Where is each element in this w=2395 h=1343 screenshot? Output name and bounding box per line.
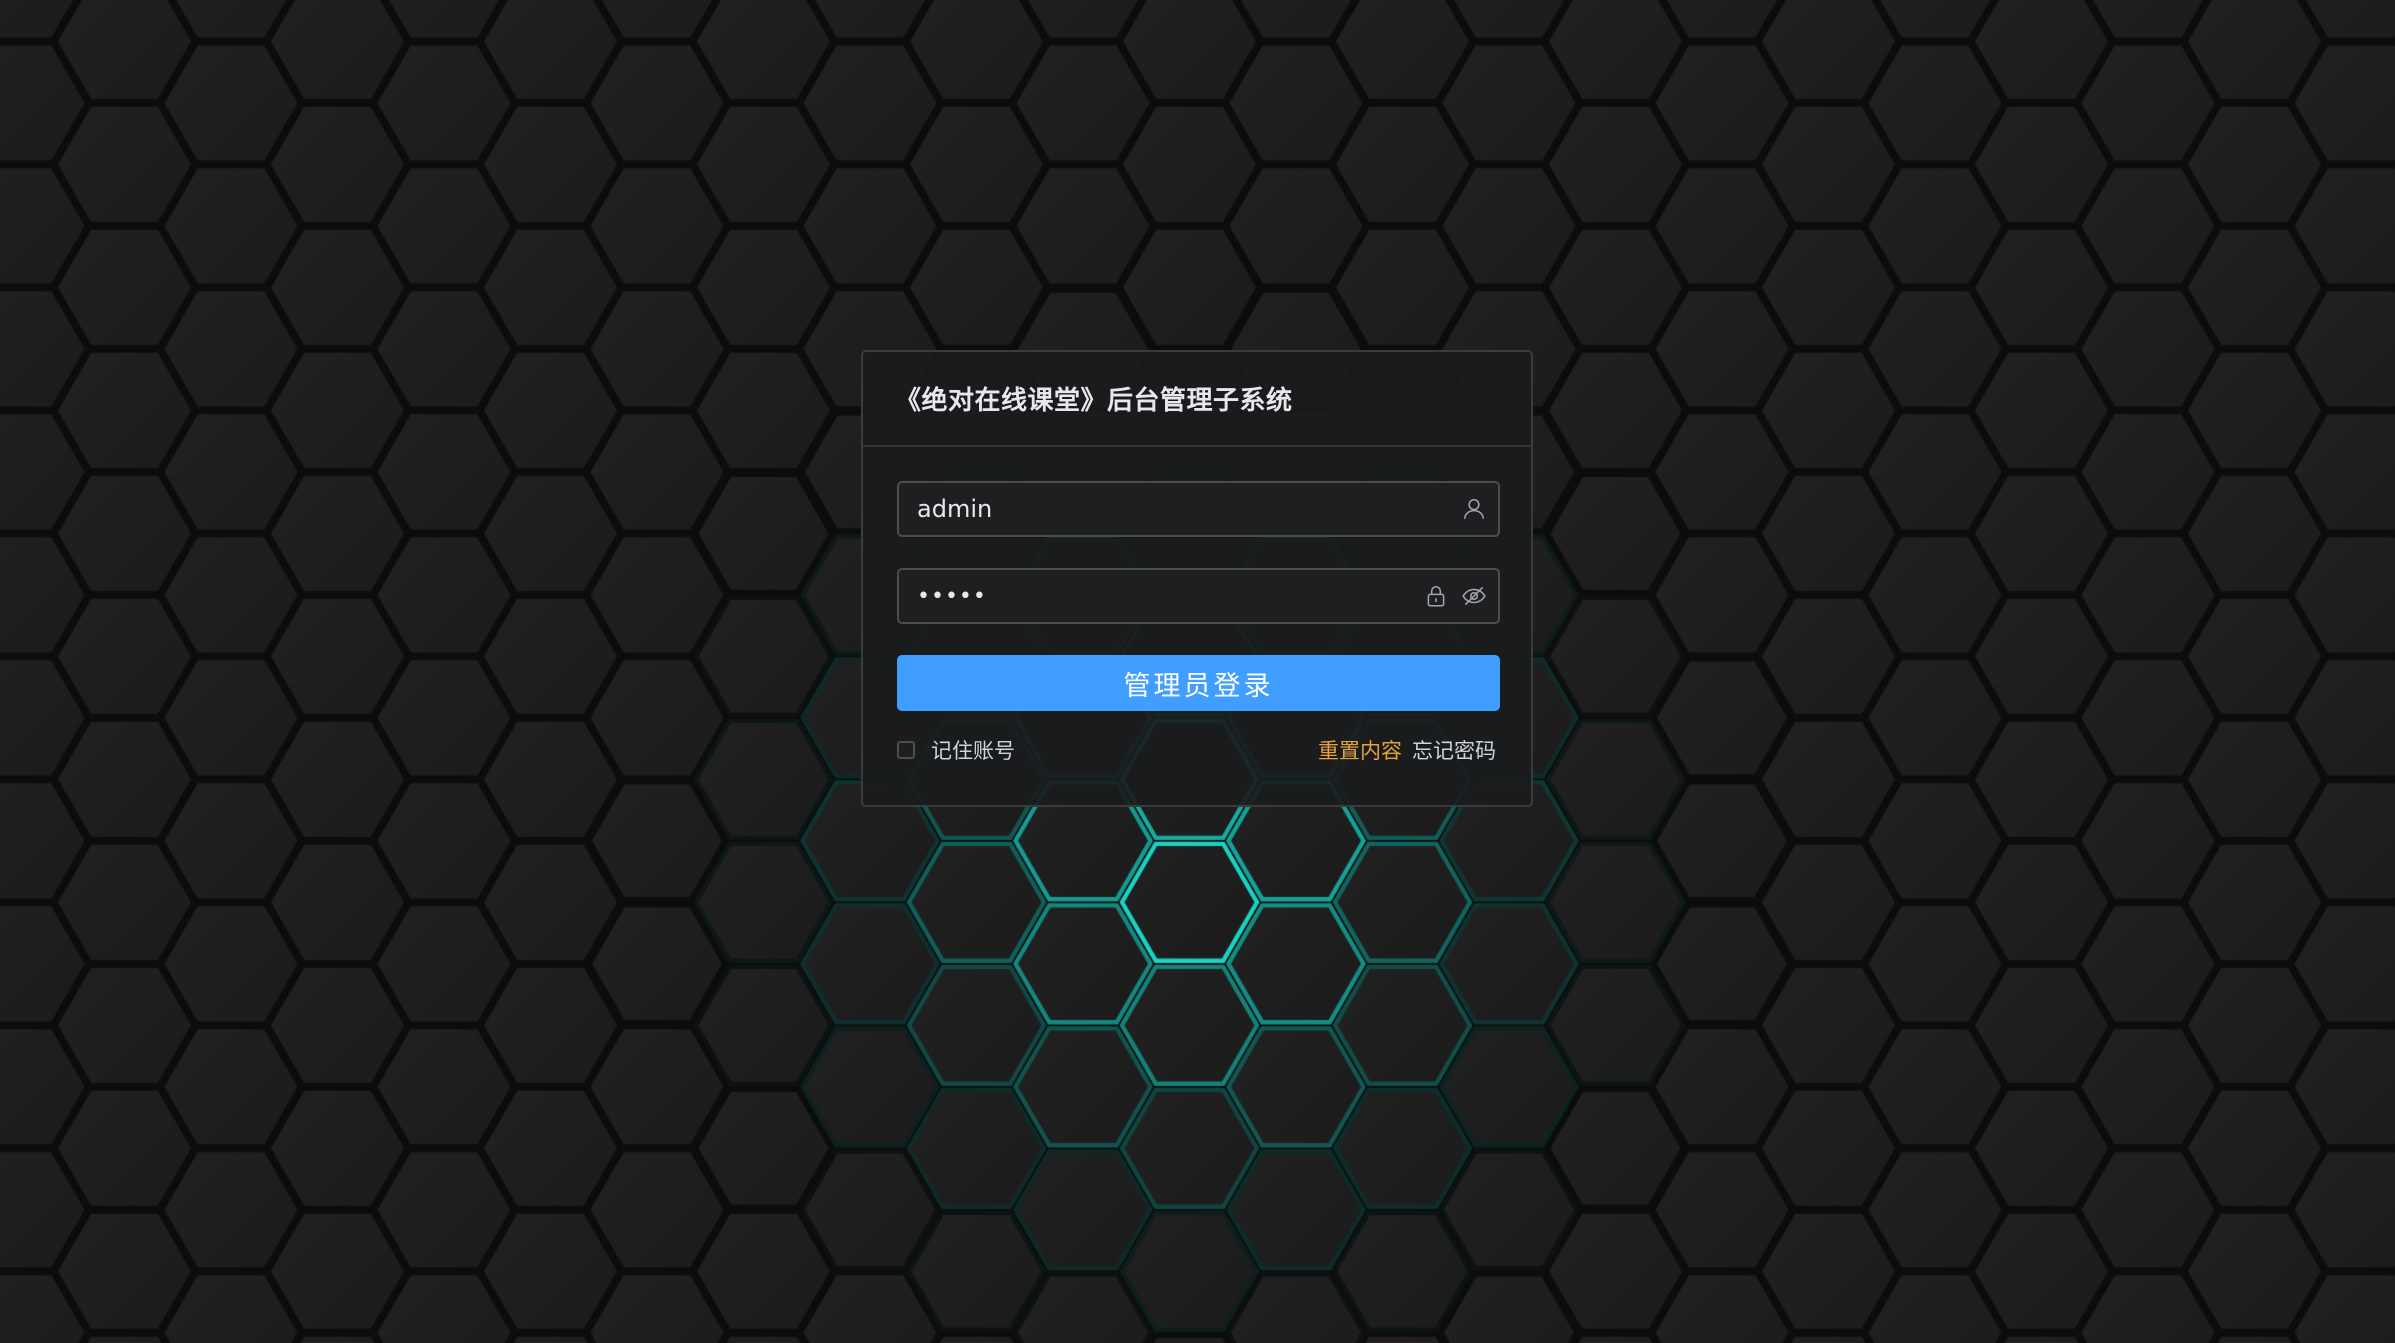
- lock-icon: [1422, 582, 1450, 610]
- username-input[interactable]: [899, 483, 1460, 535]
- forgot-password-link[interactable]: 忘记密码: [1412, 735, 1496, 765]
- reset-link[interactable]: 重置内容: [1318, 735, 1402, 765]
- login-title: 《绝对在线课堂》后台管理子系统: [895, 386, 1293, 416]
- login-card: 《绝对在线课堂》后台管理子系统 admin ••••• 管理员登录 记住账号 重…: [861, 350, 1533, 807]
- login-options: 记住账号 重置内容 忘记密码: [897, 735, 1500, 765]
- password-field: [897, 568, 1500, 624]
- admin-login-button[interactable]: 管理员登录: [897, 655, 1500, 711]
- form-links: 重置内容 忘记密码: [1318, 735, 1500, 765]
- password-input[interactable]: [899, 570, 1422, 622]
- eye-hidden-icon[interactable]: [1460, 582, 1488, 610]
- login-card-header: 《绝对在线课堂》后台管理子系统: [863, 352, 1531, 447]
- remember-checkbox[interactable]: [897, 741, 915, 759]
- login-form: 管理员登录 记住账号 重置内容 忘记密码: [863, 447, 1531, 765]
- remember-account[interactable]: 记住账号: [897, 735, 1015, 765]
- username-field: [897, 481, 1500, 537]
- remember-label: 记住账号: [931, 739, 1015, 763]
- user-icon: [1460, 495, 1488, 523]
